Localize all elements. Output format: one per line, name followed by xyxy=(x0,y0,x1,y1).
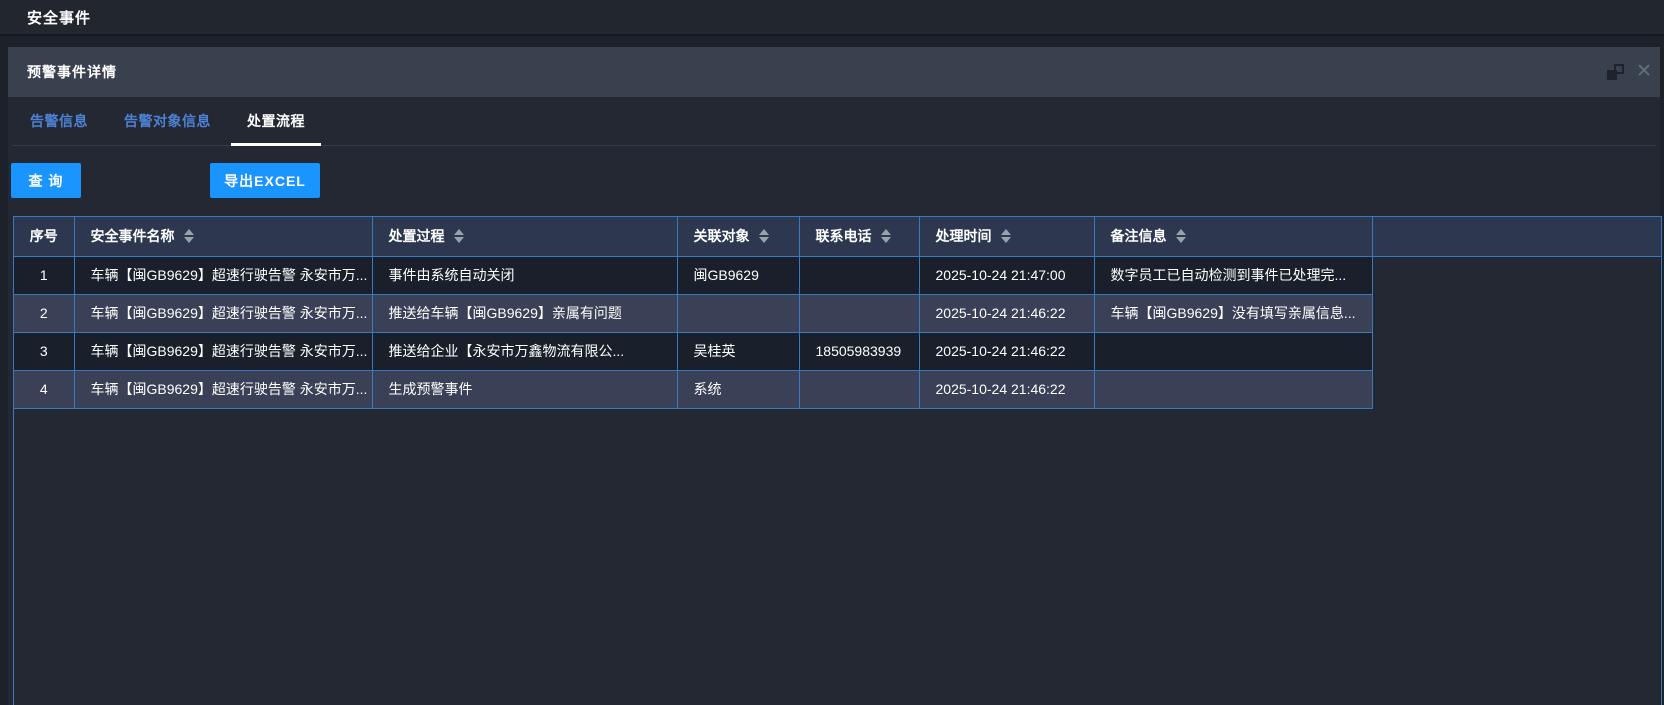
tab-disposal-process[interactable]: 处置流程 xyxy=(229,97,323,145)
cell-filler xyxy=(1372,256,1661,294)
cell-related-object: 闽GB9629 xyxy=(677,256,799,294)
tab-label: 告警对象信息 xyxy=(124,111,211,131)
cell-handle-time: 2025-10-24 21:46:22 xyxy=(919,332,1094,370)
cell-index: 3 xyxy=(14,332,74,370)
warning-event-detail-modal: 预警事件详情 ✕ 告警信息 告警对象信息 处置流程 查 询 导出EXCEL xyxy=(8,47,1660,705)
header-related-object[interactable]: 关联对象 xyxy=(677,217,799,256)
table-row: 3 车辆【闽GB9629】超速行驶告警 永安市万... 推送给企业【永安市万鑫物… xyxy=(14,332,1661,370)
cell-index: 4 xyxy=(14,370,74,408)
cell-index: 2 xyxy=(14,294,74,332)
cell-handle-time: 2025-10-24 21:47:00 xyxy=(919,256,1094,294)
cell-remark: 车辆【闽GB9629】没有填写亲属信息... xyxy=(1094,294,1372,332)
header-remark[interactable]: 备注信息 xyxy=(1094,217,1372,256)
cell-contact-phone: 18505983939 xyxy=(799,332,919,370)
header-handle-time[interactable]: 处理时间 xyxy=(919,217,1094,256)
page-title: 安全事件 xyxy=(27,7,91,28)
cell-contact-phone xyxy=(799,256,919,294)
app-top-bar: 安全事件 xyxy=(0,0,1664,36)
header-index: 序号 xyxy=(14,217,74,256)
cell-remark xyxy=(1094,370,1372,408)
sort-icon[interactable] xyxy=(881,229,891,243)
cell-remark xyxy=(1094,332,1372,370)
cell-remark: 数字员工已自动检测到事件已处理完... xyxy=(1094,256,1372,294)
toolbar: 查 询 导出EXCEL xyxy=(11,163,1660,198)
header-contact-phone[interactable]: 联系电话 xyxy=(799,217,919,256)
cell-filler xyxy=(1372,294,1661,332)
modal-header: 预警事件详情 ✕ xyxy=(8,47,1660,97)
cell-related-object xyxy=(677,294,799,332)
modal-title: 预警事件详情 xyxy=(27,62,117,82)
cell-event-name: 车辆【闽GB9629】超速行驶告警 永安市万... xyxy=(74,370,372,408)
cell-index: 1 xyxy=(14,256,74,294)
cell-filler xyxy=(1372,332,1661,370)
restore-icon-front-square xyxy=(1607,70,1617,80)
window-controls: ✕ xyxy=(1607,47,1652,97)
cell-event-name: 车辆【闽GB9629】超速行驶告警 永安市万... xyxy=(74,256,372,294)
sort-icon[interactable] xyxy=(454,229,464,243)
query-button[interactable]: 查 询 xyxy=(11,163,81,198)
cell-event-name: 车辆【闽GB9629】超速行驶告警 永安市万... xyxy=(74,332,372,370)
tab-alarm-info[interactable]: 告警信息 xyxy=(12,97,106,145)
cell-filler xyxy=(1372,370,1661,408)
cell-contact-phone xyxy=(799,370,919,408)
table-header-row: 序号 安全事件名称 处置过程 关联对象 xyxy=(14,217,1661,256)
disposal-process-table: 序号 安全事件名称 处置过程 关联对象 xyxy=(13,216,1662,705)
cell-disposal-process: 生成预警事件 xyxy=(372,370,677,408)
sort-icon[interactable] xyxy=(1001,229,1011,243)
table-row: 4 车辆【闽GB9629】超速行驶告警 永安市万... 生成预警事件 系统 20… xyxy=(14,370,1661,408)
header-filler xyxy=(1372,217,1661,256)
sort-icon[interactable] xyxy=(1176,229,1186,243)
restore-window-icon[interactable] xyxy=(1607,64,1624,80)
tab-label: 告警信息 xyxy=(30,111,88,131)
table-row: 1 车辆【闽GB9629】超速行驶告警 永安市万... 事件由系统自动关闭 闽G… xyxy=(14,256,1661,294)
cell-related-object: 吴桂英 xyxy=(677,332,799,370)
cell-handle-time: 2025-10-24 21:46:22 xyxy=(919,294,1094,332)
table-row: 2 车辆【闽GB9629】超速行驶告警 永安市万... 推送给车辆【闽GB962… xyxy=(14,294,1661,332)
cell-contact-phone xyxy=(799,294,919,332)
header-event-name[interactable]: 安全事件名称 xyxy=(74,217,372,256)
cell-handle-time: 2025-10-24 21:46:22 xyxy=(919,370,1094,408)
tab-label: 处置流程 xyxy=(247,111,305,131)
tab-bar: 告警信息 告警对象信息 处置流程 xyxy=(12,97,1656,146)
export-excel-button[interactable]: 导出EXCEL xyxy=(210,163,320,198)
cell-disposal-process: 推送给车辆【闽GB9629】亲属有问题 xyxy=(372,294,677,332)
header-disposal-process[interactable]: 处置过程 xyxy=(372,217,677,256)
tab-alarm-object-info[interactable]: 告警对象信息 xyxy=(106,97,229,145)
cell-disposal-process: 事件由系统自动关闭 xyxy=(372,256,677,294)
close-icon[interactable]: ✕ xyxy=(1636,64,1652,80)
cell-event-name: 车辆【闽GB9629】超速行驶告警 永安市万... xyxy=(74,294,372,332)
sort-icon[interactable] xyxy=(759,229,769,243)
cell-disposal-process: 推送给企业【永安市万鑫物流有限公... xyxy=(372,332,677,370)
cell-related-object: 系统 xyxy=(677,370,799,408)
sort-icon[interactable] xyxy=(184,229,194,243)
